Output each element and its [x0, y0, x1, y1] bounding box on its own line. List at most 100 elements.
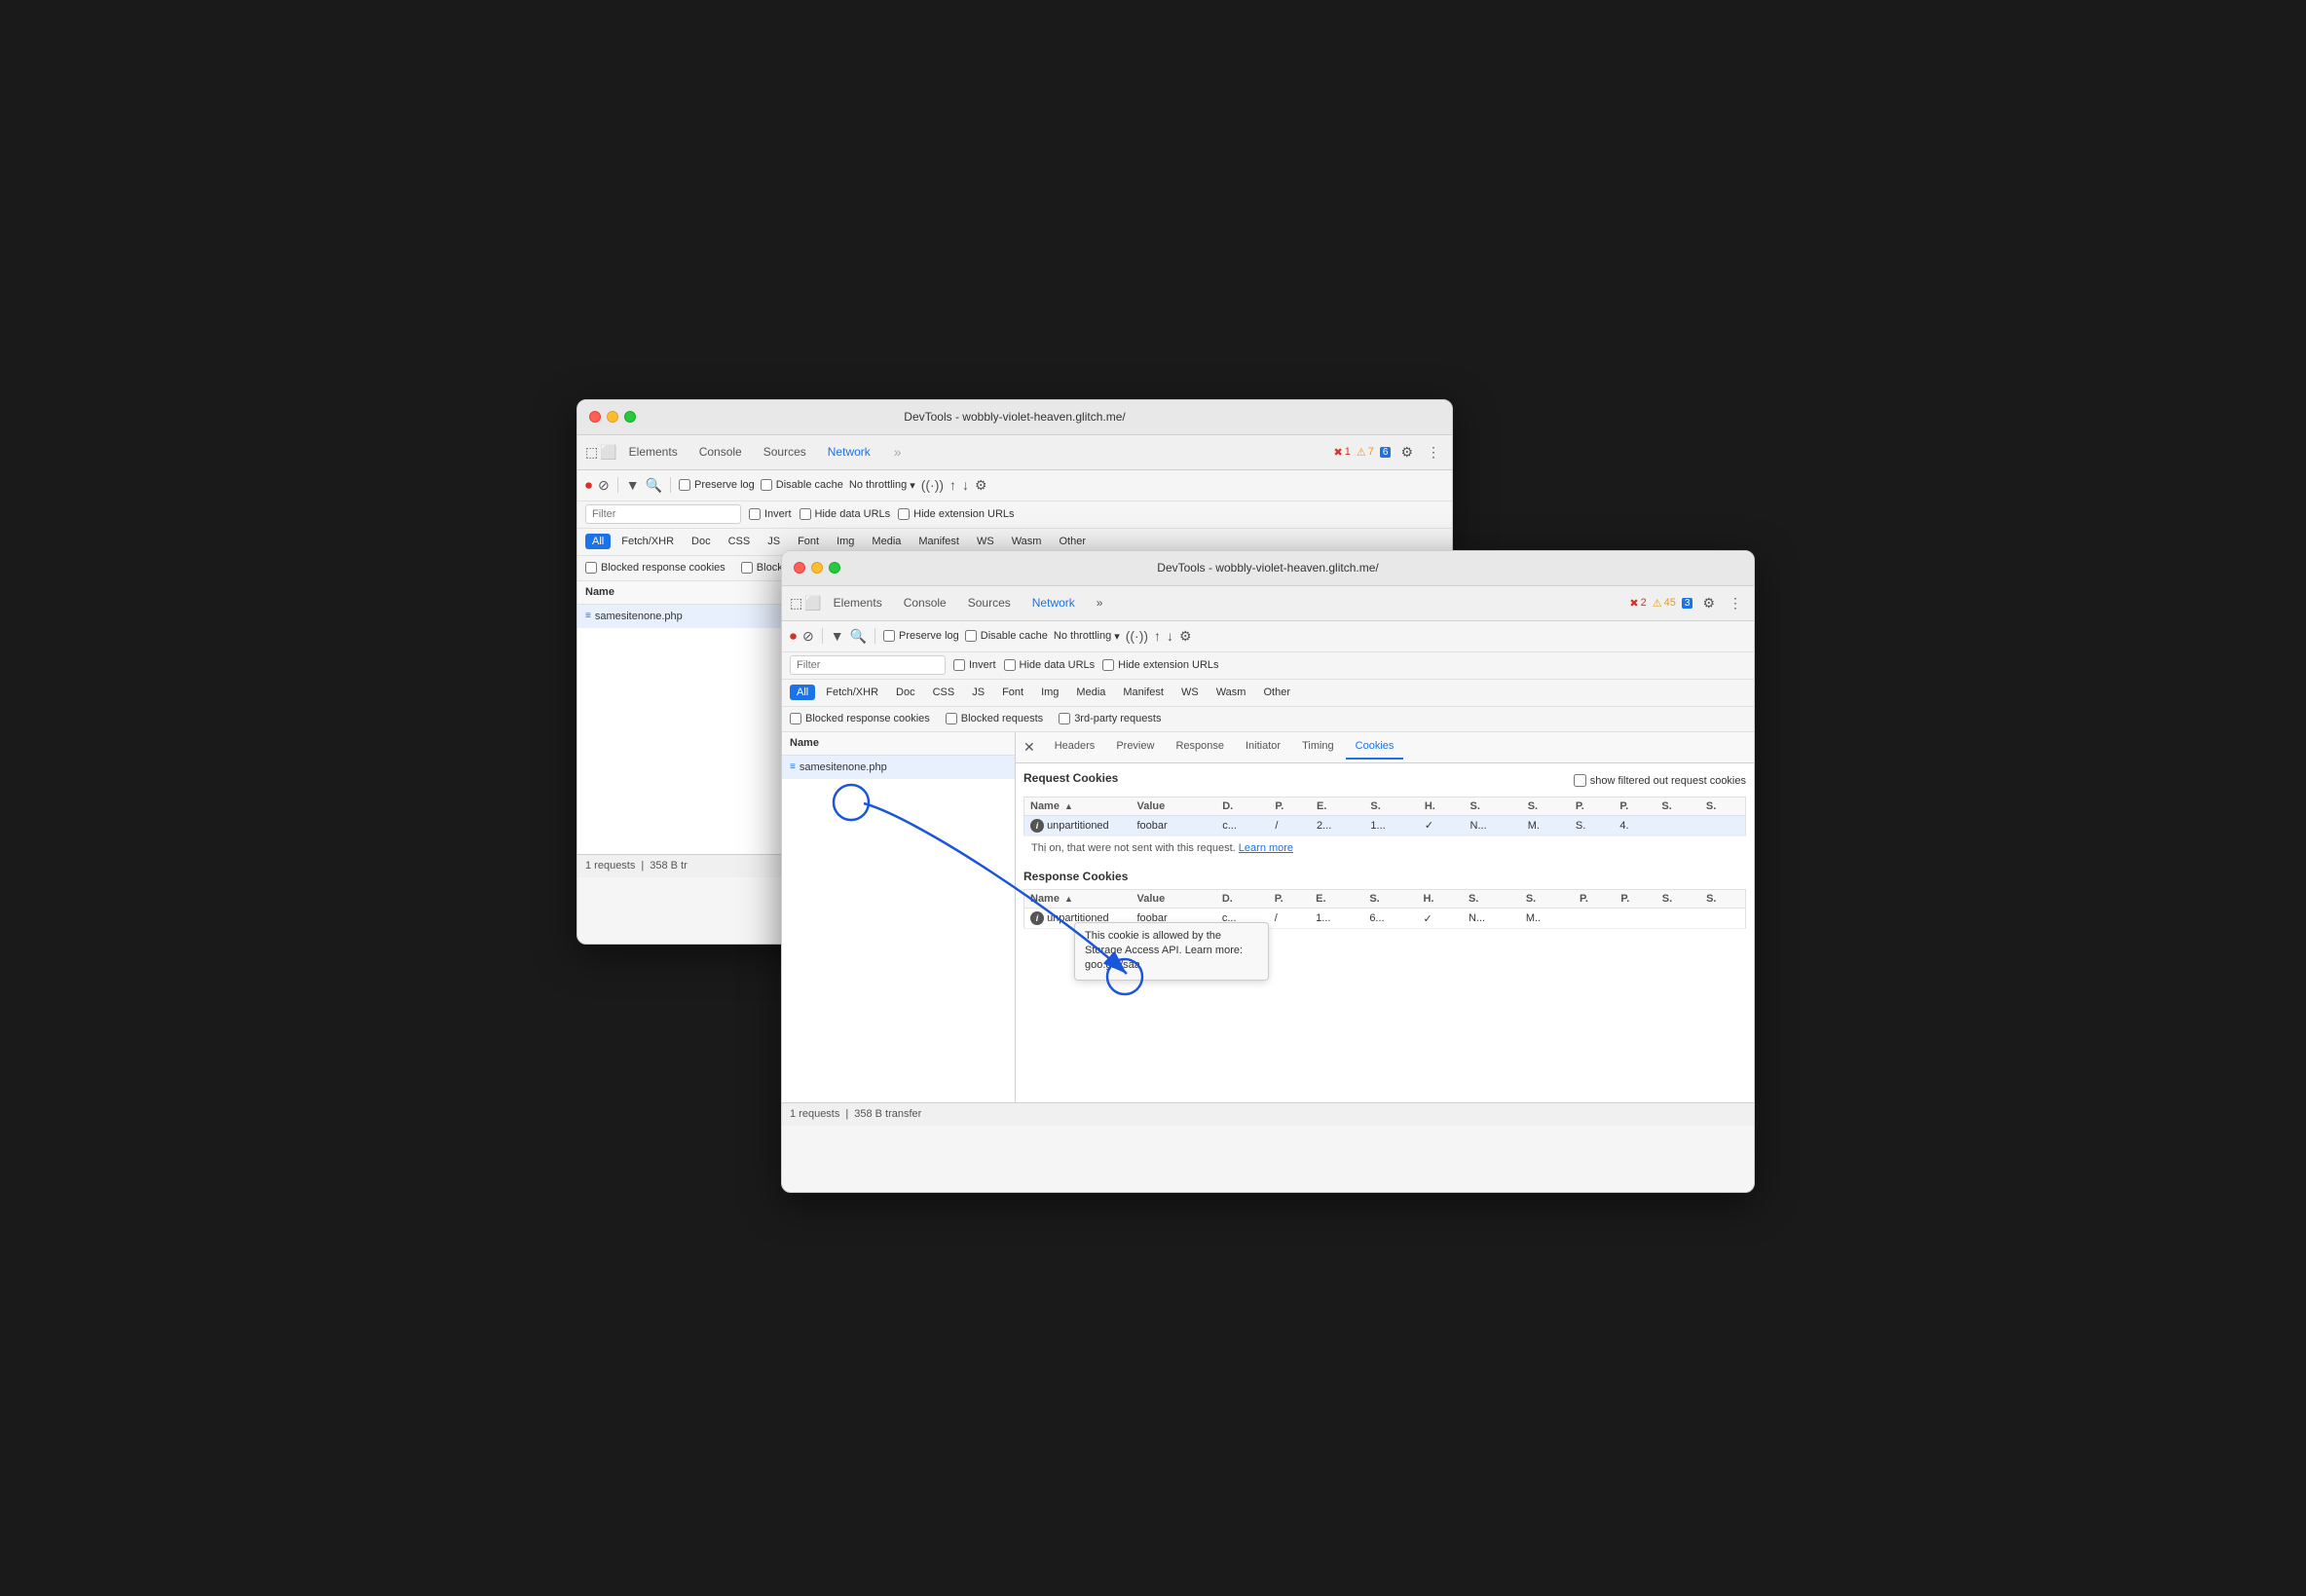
type-doc-2[interactable]: Doc	[889, 685, 922, 700]
blocked-req-checkbox-1[interactable]	[741, 562, 753, 574]
type-fetch-2[interactable]: Fetch/XHR	[819, 685, 885, 700]
type-other-2[interactable]: Other	[1256, 685, 1297, 700]
info-icon-req-2[interactable]: i	[1030, 819, 1044, 833]
type-css-1[interactable]: CSS	[722, 534, 758, 549]
close-button-1[interactable]	[589, 411, 601, 423]
type-wasm-1[interactable]: Wasm	[1005, 534, 1049, 549]
blocked-resp-checkbox-2[interactable]	[790, 713, 801, 724]
detail-tab-timing-2[interactable]: Timing	[1292, 734, 1344, 760]
tab-elements-1[interactable]: Elements	[619, 441, 688, 463]
tab-console-2[interactable]: Console	[894, 592, 956, 613]
filter-icon-1[interactable]: ▼	[626, 477, 640, 493]
type-font-2[interactable]: Font	[995, 685, 1030, 700]
detail-tab-preview-2[interactable]: Preview	[1106, 734, 1164, 760]
download-icon-2[interactable]: ↓	[1167, 628, 1173, 644]
settings2-icon-2[interactable]: ⚙	[1179, 628, 1192, 645]
search-icon-1[interactable]: 🔍	[646, 477, 662, 494]
type-ws-1[interactable]: WS	[970, 534, 1001, 549]
throttle-select-2[interactable]: No throttling ▾	[1054, 630, 1120, 643]
preserve-log-label-1[interactable]: Preserve log	[679, 479, 755, 491]
device-icon-1[interactable]: ⬜	[600, 444, 616, 461]
disable-cache-label-2[interactable]: Disable cache	[965, 630, 1048, 642]
upload-icon-1[interactable]: ↑	[949, 477, 956, 493]
hide-ext-checkbox-1[interactable]	[898, 508, 910, 520]
filter-icon-2[interactable]: ▼	[831, 628, 844, 644]
blocked-resp-label-1[interactable]: Blocked response cookies	[585, 562, 725, 574]
hide-ext-urls-label-1[interactable]: Hide extension URLs	[898, 508, 1014, 520]
type-media-1[interactable]: Media	[865, 534, 908, 549]
blocked-resp-label-2[interactable]: Blocked response cookies	[790, 713, 930, 724]
tab-sources-2[interactable]: Sources	[958, 592, 1021, 613]
record-icon-1[interactable]: ⏺	[585, 477, 592, 494]
preserve-log-checkbox-1[interactable]	[679, 479, 690, 491]
hide-data-urls-label-2[interactable]: Hide data URLs	[1004, 659, 1096, 671]
settings2-icon-1[interactable]: ⚙	[975, 477, 987, 494]
blocked-resp-checkbox-1[interactable]	[585, 562, 597, 574]
clear-icon-2[interactable]: ⊘	[802, 628, 814, 645]
maximize-button-2[interactable]	[829, 562, 840, 574]
hide-data-urls-checkbox-2[interactable]	[1004, 659, 1016, 671]
name-item-2[interactable]: ≡ samesitenone.php	[782, 756, 1015, 779]
tab-more-1[interactable]: »	[884, 440, 911, 464]
hide-data-urls-label-1[interactable]: Hide data URLs	[800, 508, 891, 520]
blocked-req-label-2[interactable]: Blocked requests	[946, 713, 1043, 724]
minimize-button-2[interactable]	[811, 562, 823, 574]
detail-tab-response-2[interactable]: Response	[1166, 734, 1234, 760]
settings-icon-2[interactable]: ⚙	[1698, 593, 1719, 613]
type-img-1[interactable]: Img	[830, 534, 861, 549]
third-party-checkbox-2[interactable]	[1059, 713, 1070, 724]
download-icon-1[interactable]: ↓	[962, 477, 969, 493]
maximize-button-1[interactable]	[624, 411, 636, 423]
tab-more-2[interactable]: »	[1087, 592, 1113, 613]
inspect-icon-2[interactable]: ⬚	[790, 595, 802, 612]
invert-label-2[interactable]: Invert	[953, 659, 996, 671]
type-img-2[interactable]: Img	[1034, 685, 1065, 700]
type-manifest-1[interactable]: Manifest	[911, 534, 966, 549]
type-all-1[interactable]: All	[585, 534, 611, 549]
third-party-label-2[interactable]: 3rd-party requests	[1059, 713, 1161, 724]
info-icon-resp-2[interactable]: i	[1030, 911, 1044, 925]
detail-tab-initiator-2[interactable]: Initiator	[1236, 734, 1290, 760]
search-icon-2[interactable]: 🔍	[850, 628, 867, 645]
record-icon-2[interactable]: ⏺	[790, 628, 797, 645]
throttle-select-1[interactable]: No throttling ▾	[849, 479, 915, 492]
tab-network-2[interactable]: Network	[1023, 592, 1085, 613]
hide-data-urls-checkbox-1[interactable]	[800, 508, 811, 520]
show-filtered-checkbox[interactable]	[1574, 774, 1586, 787]
settings-icon-1[interactable]: ⚙	[1396, 442, 1417, 463]
minimize-button-1[interactable]	[607, 411, 618, 423]
disable-cache-checkbox-2[interactable]	[965, 630, 977, 642]
tab-sources-1[interactable]: Sources	[754, 441, 816, 463]
type-other-1[interactable]: Other	[1052, 534, 1093, 549]
more-icon-1[interactable]: ⋮	[1423, 442, 1444, 463]
detail-tab-headers-2[interactable]: Headers	[1045, 734, 1105, 760]
type-fetch-1[interactable]: Fetch/XHR	[614, 534, 681, 549]
show-filtered-label[interactable]: show filtered out request cookies	[1574, 774, 1746, 787]
invert-label-1[interactable]: Invert	[749, 508, 792, 520]
type-js-2[interactable]: JS	[965, 685, 991, 700]
type-css-2[interactable]: CSS	[926, 685, 962, 700]
device-icon-2[interactable]: ⬜	[804, 595, 821, 612]
tab-network-1[interactable]: Network	[818, 441, 880, 463]
clear-icon-1[interactable]: ⊘	[598, 477, 610, 494]
invert-checkbox-2[interactable]	[953, 659, 965, 671]
preserve-log-checkbox-2[interactable]	[883, 630, 895, 642]
type-doc-1[interactable]: Doc	[685, 534, 718, 549]
upload-icon-2[interactable]: ↑	[1154, 628, 1161, 644]
type-font-1[interactable]: Font	[791, 534, 826, 549]
type-manifest-2[interactable]: Manifest	[1116, 685, 1171, 700]
name-item-1[interactable]: ≡ samesitenone.php	[577, 605, 810, 628]
type-js-1[interactable]: JS	[761, 534, 787, 549]
close-button-2[interactable]	[794, 562, 805, 574]
type-ws-2[interactable]: WS	[1174, 685, 1206, 700]
detail-close-2[interactable]: ✕	[1023, 739, 1035, 756]
disable-cache-checkbox-1[interactable]	[761, 479, 772, 491]
more-icon-2[interactable]: ⋮	[1725, 593, 1746, 613]
detail-tab-cookies-2[interactable]: Cookies	[1346, 734, 1404, 760]
filter-input-1[interactable]	[585, 504, 741, 524]
filter-input-2[interactable]	[790, 655, 946, 675]
learn-more-link-2[interactable]: Learn more	[1239, 842, 1293, 854]
tab-console-1[interactable]: Console	[689, 441, 752, 463]
inspect-icon-1[interactable]: ⬚	[585, 444, 598, 461]
preserve-log-label-2[interactable]: Preserve log	[883, 630, 959, 642]
